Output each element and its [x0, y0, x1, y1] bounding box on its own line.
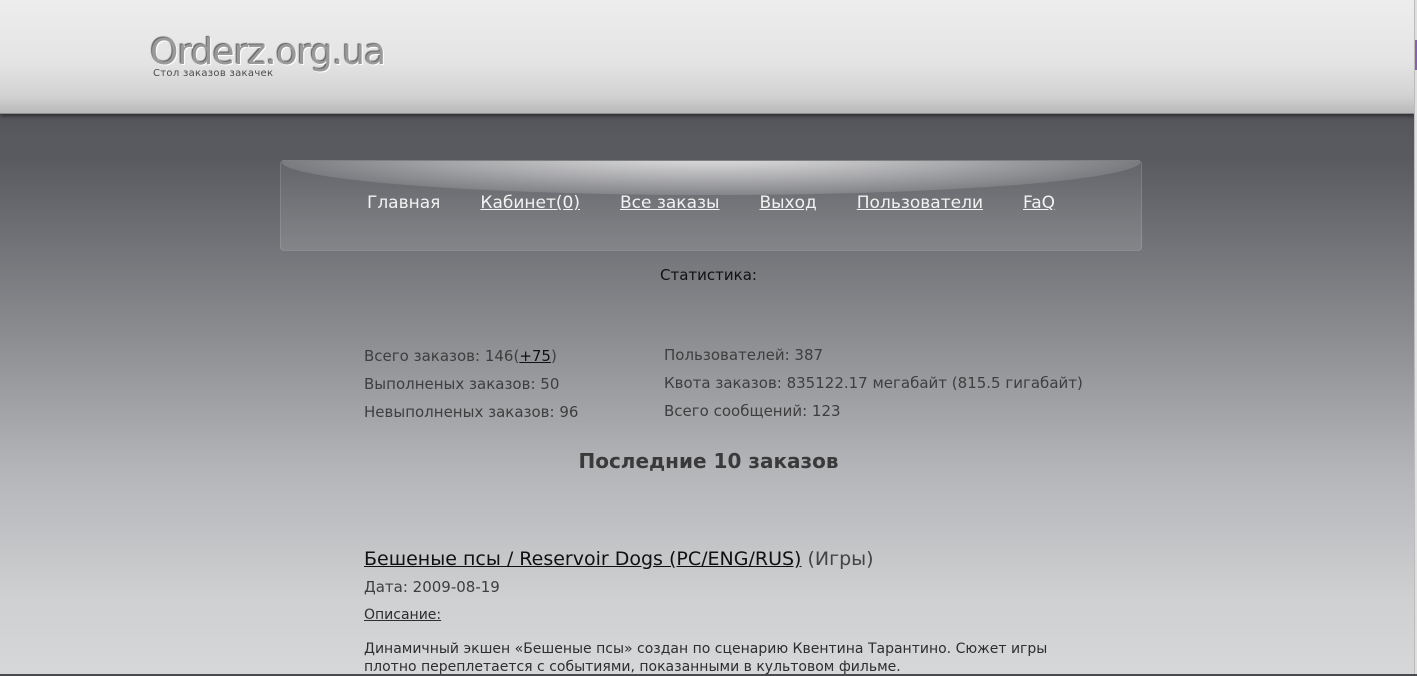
- stat-total-orders: Всего заказов: 146(+75): [364, 347, 557, 365]
- nav-home[interactable]: Главная: [367, 193, 440, 213]
- site-header: Orderz.org.ua Стол заказов закачек: [0, 0, 1415, 114]
- nav-logout[interactable]: Выход: [759, 193, 816, 213]
- nav-cabinet[interactable]: Кабинет(0): [480, 193, 580, 213]
- stats-title: Статистика:: [660, 266, 757, 284]
- order-category: (Игры): [807, 548, 874, 570]
- stat-total-orders-close: ): [550, 347, 557, 365]
- nav-faq[interactable]: FaQ: [1023, 193, 1055, 213]
- nav-panel: Главная Кабинет(0) Все заказы Выход Пользова…: [280, 160, 1142, 251]
- stat-total-orders-label: Всего заказов: 146(: [364, 347, 520, 365]
- stat-completed-orders: Выполненых заказов: 50: [364, 375, 560, 393]
- stat-uncompleted-orders: Невыполненых заказов: 96: [364, 403, 579, 421]
- stat-messages: Всего сообщений: 123: [664, 402, 841, 420]
- latest-orders-title: Последние 10 заказов: [578, 449, 839, 473]
- order-link[interactable]: Бешеные псы / Reservoir Dogs (PC/ENG/RUS…: [364, 548, 801, 570]
- order-title: Бешеные псы / Reservoir Dogs (PC/ENG/RUS…: [364, 548, 874, 570]
- main-nav: Главная Кабинет(0) Все заказы Выход Пользова…: [281, 193, 1141, 213]
- site-tagline: Стол заказов закачек: [153, 68, 274, 79]
- nav-all-orders[interactable]: Все заказы: [620, 193, 719, 213]
- order-description-label[interactable]: Описание:: [364, 607, 441, 623]
- stat-new-orders-link[interactable]: +75: [519, 347, 551, 365]
- stat-quota: Квота заказов: 835122.17 мегабайт (815.5…: [664, 374, 1083, 392]
- stat-users: Пользователей: 387: [664, 346, 824, 364]
- nav-gloss: [281, 161, 1141, 195]
- site-logo[interactable]: Orderz.org.ua: [150, 32, 386, 73]
- order-date: Дата: 2009-08-19: [364, 578, 500, 596]
- nav-users[interactable]: Пользователи: [857, 193, 983, 213]
- order-description: Динамичный экшен «Бешеные псы» создан по…: [364, 641, 1048, 675]
